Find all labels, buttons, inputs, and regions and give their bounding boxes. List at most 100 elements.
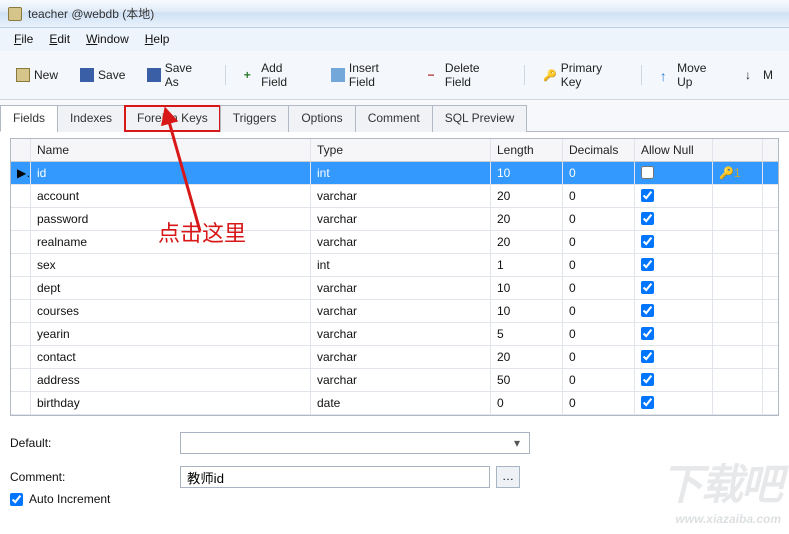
cell-length[interactable]: 5 [491,323,563,345]
cell-allow-null[interactable] [635,254,713,276]
col-length[interactable]: Length [491,139,563,161]
cell-decimals[interactable]: 0 [563,185,635,207]
cell-decimals[interactable]: 0 [563,231,635,253]
allow-null-checkbox[interactable] [641,327,654,340]
table-row[interactable]: addressvarchar500 [11,369,778,392]
cell-type[interactable]: varchar [311,346,491,368]
allow-null-checkbox[interactable] [641,235,654,248]
menu-help[interactable]: Help [139,30,176,48]
tab-triggers[interactable]: Triggers [220,105,290,132]
table-row[interactable]: accountvarchar200 [11,185,778,208]
cell-allow-null[interactable] [635,392,713,414]
cell-type[interactable]: varchar [311,369,491,391]
comment-input[interactable] [180,466,490,488]
allow-null-checkbox[interactable] [641,373,654,386]
table-row[interactable]: ▶idint100🔑1 [11,162,778,185]
cell-name[interactable]: dept [31,277,311,299]
cell-type[interactable]: varchar [311,277,491,299]
col-allow-null[interactable]: Allow Null [635,139,713,161]
tab-foreign-keys[interactable]: Foreign Keys [124,105,221,132]
tab-indexes[interactable]: Indexes [57,105,125,132]
auto-increment-checkbox[interactable] [10,493,23,506]
cell-allow-null[interactable] [635,323,713,345]
cell-decimals[interactable]: 0 [563,346,635,368]
cell-name[interactable]: sex [31,254,311,276]
cell-length[interactable]: 10 [491,162,563,184]
cell-name[interactable]: yearin [31,323,311,345]
save-as-button[interactable]: Save As [139,57,214,93]
tab-options[interactable]: Options [288,105,355,132]
cell-length[interactable]: 20 [491,185,563,207]
cell-length[interactable]: 50 [491,369,563,391]
primary-key-button[interactable]: Primary Key [535,57,631,93]
cell-allow-null[interactable] [635,346,713,368]
cell-length[interactable]: 20 [491,231,563,253]
cell-allow-null[interactable] [635,369,713,391]
table-row[interactable]: contactvarchar200 [11,346,778,369]
cell-decimals[interactable]: 0 [563,369,635,391]
move-down-button[interactable]: ↓M [737,64,781,86]
allow-null-checkbox[interactable] [641,189,654,202]
delete-field-button[interactable]: Delete Field [420,57,515,93]
cell-type[interactable]: varchar [311,231,491,253]
save-button[interactable]: Save [72,64,133,86]
ellipsis-button[interactable]: … [496,466,520,488]
table-row[interactable]: coursesvarchar100 [11,300,778,323]
menu-window[interactable]: Window [80,30,135,48]
allow-null-checkbox[interactable] [641,281,654,294]
add-field-button[interactable]: Add Field [236,57,318,93]
cell-length[interactable]: 20 [491,208,563,230]
cell-name[interactable]: birthday [31,392,311,414]
cell-type[interactable]: varchar [311,185,491,207]
cell-decimals[interactable]: 0 [563,208,635,230]
insert-field-button[interactable]: Insert Field [323,57,413,93]
cell-allow-null[interactable] [635,231,713,253]
cell-length[interactable]: 1 [491,254,563,276]
cell-length[interactable]: 10 [491,300,563,322]
table-row[interactable]: passwordvarchar200 [11,208,778,231]
cell-type[interactable]: date [311,392,491,414]
table-row[interactable]: realnamevarchar200 [11,231,778,254]
col-name[interactable]: Name [31,139,311,161]
cell-type[interactable]: varchar [311,300,491,322]
table-row[interactable]: deptvarchar100 [11,277,778,300]
allow-null-checkbox[interactable] [641,304,654,317]
col-decimals[interactable]: Decimals [563,139,635,161]
menu-file[interactable]: FFileile [8,30,39,48]
cell-type[interactable]: int [311,162,491,184]
cell-decimals[interactable]: 0 [563,392,635,414]
move-up-button[interactable]: Move Up [652,57,731,93]
allow-null-checkbox[interactable] [641,258,654,271]
cell-length[interactable]: 10 [491,277,563,299]
cell-allow-null[interactable] [635,162,713,184]
cell-name[interactable]: password [31,208,311,230]
new-button[interactable]: New [8,64,66,86]
cell-type[interactable]: varchar [311,208,491,230]
cell-name[interactable]: contact [31,346,311,368]
menu-edit[interactable]: Edit [43,30,76,48]
default-combo[interactable]: ▾ [180,432,530,454]
table-row[interactable]: yearinvarchar50 [11,323,778,346]
tab-fields[interactable]: Fields [0,105,58,132]
table-row[interactable]: birthdaydate00 [11,392,778,415]
cell-decimals[interactable]: 0 [563,323,635,345]
cell-allow-null[interactable] [635,208,713,230]
cell-name[interactable]: address [31,369,311,391]
table-row[interactable]: sexint10 [11,254,778,277]
cell-length[interactable]: 20 [491,346,563,368]
cell-name[interactable]: courses [31,300,311,322]
allow-null-checkbox[interactable] [641,212,654,225]
allow-null-checkbox[interactable] [641,350,654,363]
col-type[interactable]: Type [311,139,491,161]
allow-null-checkbox[interactable] [641,396,654,409]
allow-null-checkbox[interactable] [641,166,654,179]
cell-decimals[interactable]: 0 [563,300,635,322]
cell-name[interactable]: realname [31,231,311,253]
cell-type[interactable]: int [311,254,491,276]
cell-name[interactable]: account [31,185,311,207]
cell-length[interactable]: 0 [491,392,563,414]
cell-allow-null[interactable] [635,185,713,207]
cell-allow-null[interactable] [635,277,713,299]
tab-comment[interactable]: Comment [355,105,433,132]
cell-allow-null[interactable] [635,300,713,322]
